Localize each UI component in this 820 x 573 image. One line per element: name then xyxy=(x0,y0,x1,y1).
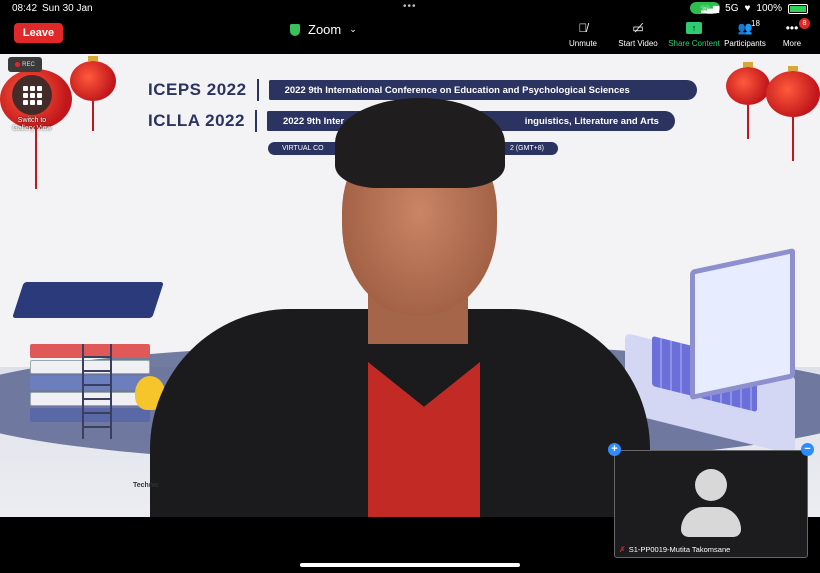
battery-percent: 100% xyxy=(756,3,782,14)
more-button[interactable]: ••• 8 More xyxy=(760,18,820,48)
home-indicator[interactable] xyxy=(300,563,520,567)
thumbnail-minimize-button[interactable]: − xyxy=(801,443,814,456)
avatar-body xyxy=(681,507,741,537)
participant-name: S1-PP0019-Mutita Takomsane xyxy=(628,545,731,554)
unmute-label: Unmute xyxy=(568,39,597,48)
graduation-cap-icon xyxy=(12,282,164,318)
muted-microphone-icon: ✗ xyxy=(619,545,626,554)
more-badge: 8 xyxy=(799,18,810,29)
encryption-shield-icon xyxy=(290,23,300,36)
self-view-thumbnail[interactable]: ✗ S1-PP0019-Mutita Takomsane xyxy=(614,450,808,558)
status-time: 08:42 xyxy=(12,3,38,14)
leave-button[interactable]: Leave xyxy=(14,23,63,43)
lantern-icon xyxy=(726,62,770,139)
switch-to-gallery-view-button[interactable]: Switch to Gallery View xyxy=(7,75,57,135)
avatar-head xyxy=(695,469,727,501)
thumbnail-name-tag: ✗ S1-PP0019-Mutita Takomsane xyxy=(619,545,730,554)
multitasking-dots-icon[interactable]: ••• xyxy=(403,1,417,12)
heart-icon: ♥ xyxy=(744,3,751,14)
active-speaker-video[interactable]: ICEPS 2022 2022 9th International Confer… xyxy=(0,54,820,517)
grid-icon xyxy=(12,75,52,115)
open-book-icon xyxy=(690,247,795,401)
lantern-icon xyxy=(766,66,820,161)
presenter-hair xyxy=(335,98,505,188)
start-video-button[interactable]: ▭̸ Start Video xyxy=(606,20,670,48)
ladder-icon xyxy=(82,344,112,439)
cellular-signal-icon: ▂▄▆ xyxy=(701,4,720,13)
lantern-icon xyxy=(70,56,116,131)
background-footer-text: Technic xyxy=(133,482,159,489)
network-type: 5G xyxy=(725,3,739,14)
start-video-label: Start Video xyxy=(618,39,658,48)
status-right: ▂▄▆ 5G ♥ 100% xyxy=(701,3,808,14)
meeting-title: Zoom xyxy=(308,22,342,37)
thumbnail-expand-button[interactable]: + xyxy=(608,443,621,456)
rec-label: REC xyxy=(22,61,35,68)
meeting-toolbar: Leave Zoom ⌄ 🎙̸ Unmute ▭̸ Start Video ↑ … xyxy=(0,16,820,52)
gallery-view-label: Switch to Gallery View xyxy=(12,117,52,132)
record-dot-icon xyxy=(15,62,21,67)
chevron-down-icon: ⌄ xyxy=(349,24,357,34)
video-off-icon: ▭̸ xyxy=(632,21,644,35)
presenter-video xyxy=(150,94,650,517)
recording-indicator[interactable]: REC xyxy=(8,57,42,72)
share-arrow-icon: ↑ xyxy=(686,22,702,34)
more-dots-icon: ••• xyxy=(785,21,799,35)
battery-icon xyxy=(788,3,808,14)
participants-count: 18 xyxy=(751,19,760,28)
muted-microphone-icon: 🎙̸ xyxy=(578,21,588,35)
more-label: More xyxy=(782,39,802,48)
meeting-title-dropdown[interactable]: Zoom ⌄ xyxy=(290,22,357,37)
status-date: Sun 30 Jan xyxy=(42,3,93,14)
status-bar: 08:42 Sun 30 Jan ••• ☏ ▂▄▆ 5G ♥ 100% xyxy=(0,0,820,16)
